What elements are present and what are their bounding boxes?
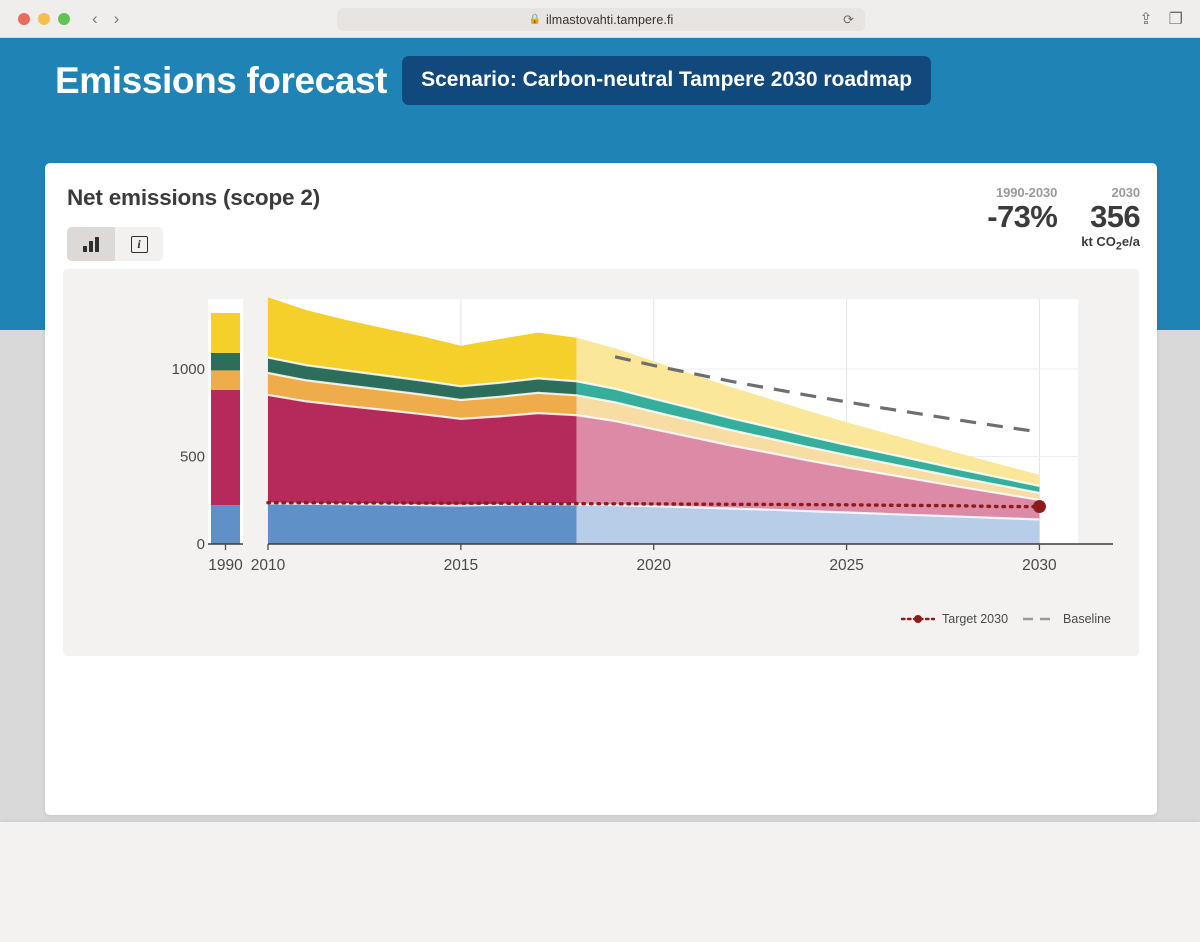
navigation-buttons: ‹ › bbox=[92, 10, 119, 27]
lock-icon: 🔒 bbox=[528, 14, 542, 25]
browser-chrome: ‹ › 🔒 ilmastovahti.tampere.fi ⟳ ⇪ ❐ bbox=[0, 0, 1200, 38]
url-text: ilmastovahti.tampere.fi bbox=[546, 12, 674, 27]
forward-icon[interactable]: › bbox=[114, 10, 120, 27]
window-controls bbox=[18, 12, 70, 25]
tabs-icon[interactable]: ❐ bbox=[1169, 9, 1183, 29]
svg-text:0: 0 bbox=[197, 536, 205, 553]
maximize-window-button[interactable] bbox=[58, 12, 70, 25]
minimize-window-button[interactable] bbox=[38, 12, 50, 25]
card-header: Net emissions (scope 2) i 1990-2030 -73%… bbox=[45, 163, 1157, 261]
page-title: Emissions forecast bbox=[55, 59, 388, 101]
address-bar[interactable]: 🔒 ilmastovahti.tampere.fi ⟳ bbox=[337, 8, 865, 31]
scenario-badge[interactable]: Scenario: Carbon-neutral Tampere 2030 ro… bbox=[402, 56, 932, 105]
svg-text:2010: 2010 bbox=[251, 557, 286, 574]
svg-text:1990: 1990 bbox=[208, 557, 243, 574]
info-view-button[interactable]: i bbox=[115, 227, 163, 261]
summary-stats: 1990-2030 -73% 2030 356 kt CO2e/a bbox=[987, 185, 1140, 253]
chart-view-button[interactable] bbox=[67, 227, 115, 261]
view-toggle-group: i bbox=[67, 227, 163, 261]
share-icon[interactable]: ⇪ bbox=[1139, 9, 1152, 29]
target-line-swatch bbox=[901, 615, 936, 623]
stat-2030: 2030 356 kt CO2e/a bbox=[1081, 185, 1140, 253]
legend-label-baseline: Baseline bbox=[1063, 612, 1111, 626]
bottom-control-bar: Scenario Carbon-neutral Tampe… Comparing… bbox=[0, 822, 1200, 942]
stat-change-label: 1990-2030 bbox=[995, 185, 1058, 200]
reload-icon[interactable]: ⟳ bbox=[843, 12, 854, 28]
stat-2030-label: 2030 bbox=[1111, 185, 1140, 200]
svg-text:500: 500 bbox=[180, 449, 205, 466]
stat-change: 1990-2030 -73% bbox=[987, 185, 1058, 253]
stat-2030-value: 356 bbox=[1090, 199, 1141, 234]
address-bar-wrapper: 🔒 ilmastovahti.tampere.fi ⟳ bbox=[337, 8, 865, 31]
stat-2030-unit: kt CO2e/a bbox=[1081, 234, 1140, 254]
svg-text:2030: 2030 bbox=[1022, 557, 1057, 574]
svg-text:1000: 1000 bbox=[172, 361, 205, 378]
stat-change-value: -73% bbox=[987, 199, 1058, 234]
svg-text:2025: 2025 bbox=[829, 557, 863, 574]
back-icon[interactable]: ‹ bbox=[92, 10, 98, 27]
info-icon: i bbox=[130, 235, 148, 253]
net-emissions-card: Net emissions (scope 2) i 1990-2030 -73%… bbox=[45, 163, 1157, 815]
svg-text:2015: 2015 bbox=[444, 557, 478, 574]
chart-legend: Target 2030 Baseline bbox=[901, 612, 1111, 626]
emissions-area-chart[interactable]: 0 500 1000 1990 2010 2015 2020 2025 2030 bbox=[63, 269, 1139, 656]
legend-item-target: Target 2030 bbox=[901, 612, 1008, 626]
chrome-right-actions: ⇪ ❐ bbox=[1139, 9, 1183, 29]
app-root: ‹ › 🔒 ilmastovahti.tampere.fi ⟳ ⇪ ❐ Emis… bbox=[0, 0, 1200, 942]
legend-label-target: Target 2030 bbox=[942, 612, 1009, 626]
card-title: Net emissions (scope 2) bbox=[67, 185, 320, 210]
legend-item-baseline: Baseline bbox=[1022, 612, 1111, 626]
close-window-button[interactable] bbox=[18, 12, 30, 25]
svg-text:2020: 2020 bbox=[636, 557, 671, 574]
baseline-line-swatch bbox=[1023, 617, 1056, 621]
chart-plot-area: 0 500 1000 1990 2010 2015 2020 2025 2030 Target … bbox=[63, 269, 1139, 656]
bar-chart-icon bbox=[83, 236, 99, 252]
